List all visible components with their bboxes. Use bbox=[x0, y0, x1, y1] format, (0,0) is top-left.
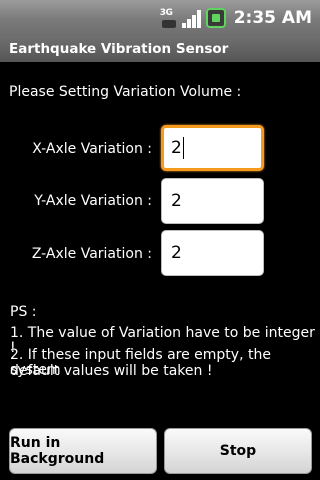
app-title: Earthquake Vibration Sensor bbox=[9, 41, 229, 57]
network-3g-icon: 3G bbox=[160, 8, 178, 28]
x-axle-value: 2 bbox=[171, 138, 182, 158]
battery-icon bbox=[205, 8, 226, 28]
status-clock: 2:35 AM bbox=[233, 8, 312, 28]
text-caret bbox=[182, 137, 184, 159]
form-prompt: Please Setting Variation Volume : bbox=[9, 84, 242, 100]
z-axle-value: 2 bbox=[171, 243, 182, 263]
y-axle-input[interactable]: 2 bbox=[161, 178, 264, 224]
notes-heading: PS : bbox=[10, 304, 37, 320]
y-axle-label: Y-Axle Variation : bbox=[34, 193, 152, 209]
network-label: 3G bbox=[159, 8, 173, 18]
app-title-bar: Earthquake Vibration Sensor bbox=[0, 36, 320, 62]
run-in-background-button[interactable]: Run in Background bbox=[9, 428, 157, 474]
status-bar: 3G 2:35 AM bbox=[0, 0, 320, 36]
z-axle-label: Z-Axle Variation : bbox=[31, 246, 152, 262]
notes-line-2b: default values will be taken ! bbox=[10, 363, 213, 379]
z-axle-input[interactable]: 2 bbox=[161, 230, 264, 276]
signal-strength-icon bbox=[181, 8, 202, 28]
y-axle-value: 2 bbox=[171, 191, 182, 211]
stop-button[interactable]: Stop bbox=[164, 428, 312, 474]
x-axle-input[interactable]: 2 bbox=[161, 125, 264, 171]
x-axle-label: X-Axle Variation : bbox=[32, 141, 152, 157]
